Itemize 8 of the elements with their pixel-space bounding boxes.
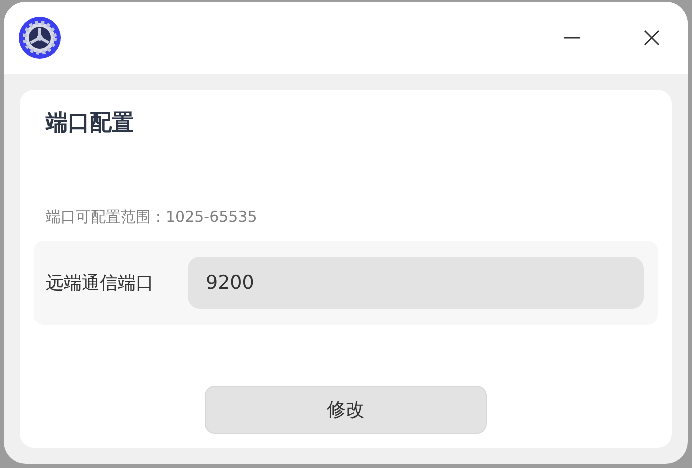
close-icon <box>642 28 662 48</box>
port-label: 远端通信端口 <box>46 272 155 295</box>
port-range-hint: 端口可配置范围：1025-65535 <box>45 208 258 227</box>
section-title: 端口配置 <box>44 110 135 138</box>
gear-icon <box>18 16 62 60</box>
minimize-icon <box>564 37 580 39</box>
port-input-field[interactable]: 9200 <box>188 257 644 309</box>
modify-button[interactable]: 修改 <box>205 386 487 434</box>
